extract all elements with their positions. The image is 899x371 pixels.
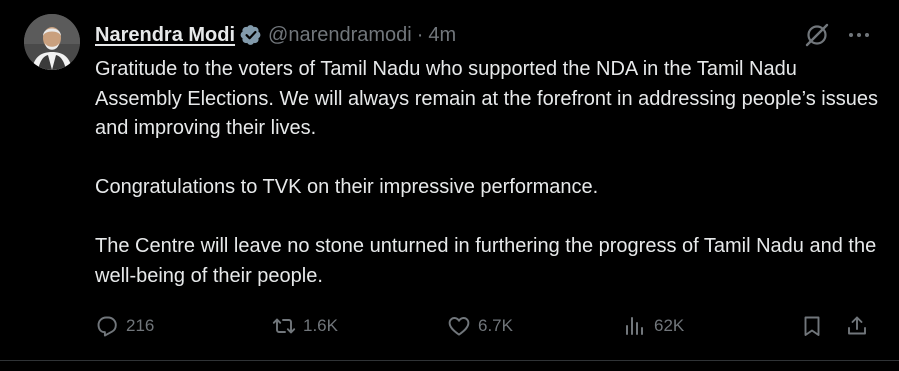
avatar[interactable]	[24, 14, 80, 70]
verified-badge-icon[interactable]	[240, 24, 262, 46]
reply-count: 216	[126, 316, 155, 335]
author-name[interactable]: Narendra Modi	[95, 24, 235, 47]
tweet[interactable]: Narendra Modi @narendramodi · 4m Gratitu…	[0, 0, 899, 371]
reply-button[interactable]: 216	[95, 312, 154, 340]
reply-icon	[97, 316, 117, 337]
timestamp[interactable]: 4m	[428, 24, 456, 47]
share-icon	[848, 316, 866, 335]
repost-icon	[272, 318, 296, 334]
share-button[interactable]	[845, 312, 869, 340]
tweet-paragraph: Congratulations to TVK on their impressi…	[95, 176, 599, 198]
like-count: 6.7K	[478, 316, 513, 335]
tweet-paragraph: The Centre will leave no stone unturned …	[95, 235, 877, 287]
views-icon	[626, 317, 643, 335]
divider	[0, 360, 899, 361]
grok-icon[interactable]	[804, 22, 830, 48]
views-button[interactable]: 62K	[623, 312, 684, 340]
like-button[interactable]: 6.7K	[447, 312, 513, 340]
bookmark-icon	[804, 316, 820, 336]
avatar-image	[24, 14, 80, 70]
bookmark-button[interactable]	[800, 312, 824, 340]
tweet-header: Narendra Modi @narendramodi · 4m	[95, 22, 456, 48]
more-icon[interactable]	[846, 22, 872, 48]
repost-button[interactable]: 1.6K	[272, 312, 338, 340]
views-count: 62K	[654, 316, 685, 335]
author-handle[interactable]: @narendramodi	[268, 24, 412, 47]
action-bar: 216 1.6K 6.7K 62K	[95, 312, 875, 340]
repost-count: 1.6K	[303, 316, 338, 335]
separator-dot: ·	[416, 23, 424, 46]
tweet-paragraph: Gratitude to the voters of Tamil Nadu wh…	[95, 58, 878, 139]
tweet-text: Gratitude to the voters of Tamil Nadu wh…	[95, 55, 885, 291]
heart-icon	[448, 317, 470, 336]
